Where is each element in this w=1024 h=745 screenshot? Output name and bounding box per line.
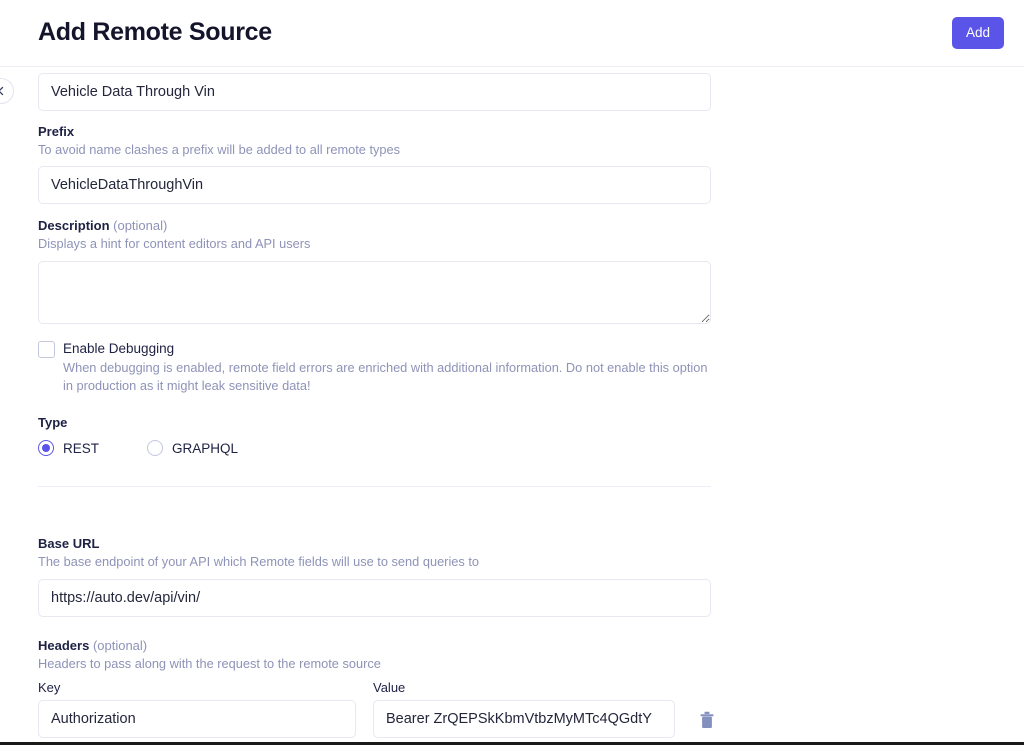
base-url-label: Base URL [38,536,100,552]
header-key-column: Key [38,680,356,738]
enable-debugging-block: Enable Debugging When debugging is enabl… [38,340,1024,396]
radio-selected-icon [38,440,54,457]
prefix-label: Prefix [38,124,75,139]
description-field-block: Description (optional) Displays a hint f… [38,218,1024,324]
add-remote-source-page: Add Remote Source Add Prefix To avoid na… [0,0,1024,745]
radio-unselected-icon [147,440,164,457]
description-textarea[interactable] [38,260,711,324]
headers-hint: Headers to pass along with the request t… [38,655,381,671]
type-radio-graphql-label: GRAPHQL [172,440,239,456]
type-radio-rest[interactable]: REST [38,440,100,457]
name-input[interactable] [38,73,711,111]
prefix-input[interactable] [38,166,711,205]
chevron-left-icon [0,86,6,96]
header-row: Key Value [38,680,1024,738]
headers-label: Headers (optional) [38,638,1024,653]
add-button[interactable]: Add [951,17,1004,49]
headers-optional-tag: (optional) [92,637,148,653]
header-key-input[interactable] [38,699,356,738]
header-key-column-label: Key [38,679,61,695]
header-value-input[interactable] [373,699,675,738]
description-label: Description (optional) [38,218,1024,233]
trash-icon [699,711,715,732]
type-field-block: Type REST GRAPHQL [38,415,1024,457]
headers-field-block: Headers (optional) Headers to pass along… [38,638,1024,738]
enable-debugging-label[interactable]: Enable Debugging [63,340,709,358]
remote-source-form: Prefix To avoid name clashes a prefix wi… [0,63,1024,738]
description-label-text: Description [38,218,110,234]
headers-label-text: Headers [38,637,90,653]
type-radio-graphql[interactable]: GRAPHQL [147,440,239,457]
type-radio-group: REST GRAPHQL [38,440,1024,457]
enable-debugging-hint: When debugging is enabled, remote field … [63,360,708,394]
enable-debugging-checkbox[interactable] [38,340,55,358]
delete-header-button[interactable] [699,711,715,729]
prefix-field-block: Prefix To avoid name clashes a prefix wi… [38,124,1024,205]
enable-debugging-texts: Enable Debugging When debugging is enabl… [63,340,709,396]
radio-dot [42,444,50,453]
description-hint: Displays a hint for content editors and … [38,236,311,252]
prefix-hint: To avoid name clashes a prefix will be a… [38,142,401,157]
type-radio-rest-label: REST [63,440,100,456]
type-label: Type [38,415,68,431]
page-header: Add Remote Source Add [0,0,1024,67]
base-url-input[interactable] [38,578,711,617]
description-optional-tag: (optional) [113,218,168,234]
header-value-column: Value [373,680,675,738]
section-divider [38,486,711,488]
header-value-column-label: Value [373,679,406,695]
base-url-hint: The base endpoint of your API which Remo… [38,554,480,570]
page-title: Add Remote Source [38,18,272,47]
name-field-block [38,63,1024,111]
base-url-field-block: Base URL The base endpoint of your API w… [38,536,1024,617]
